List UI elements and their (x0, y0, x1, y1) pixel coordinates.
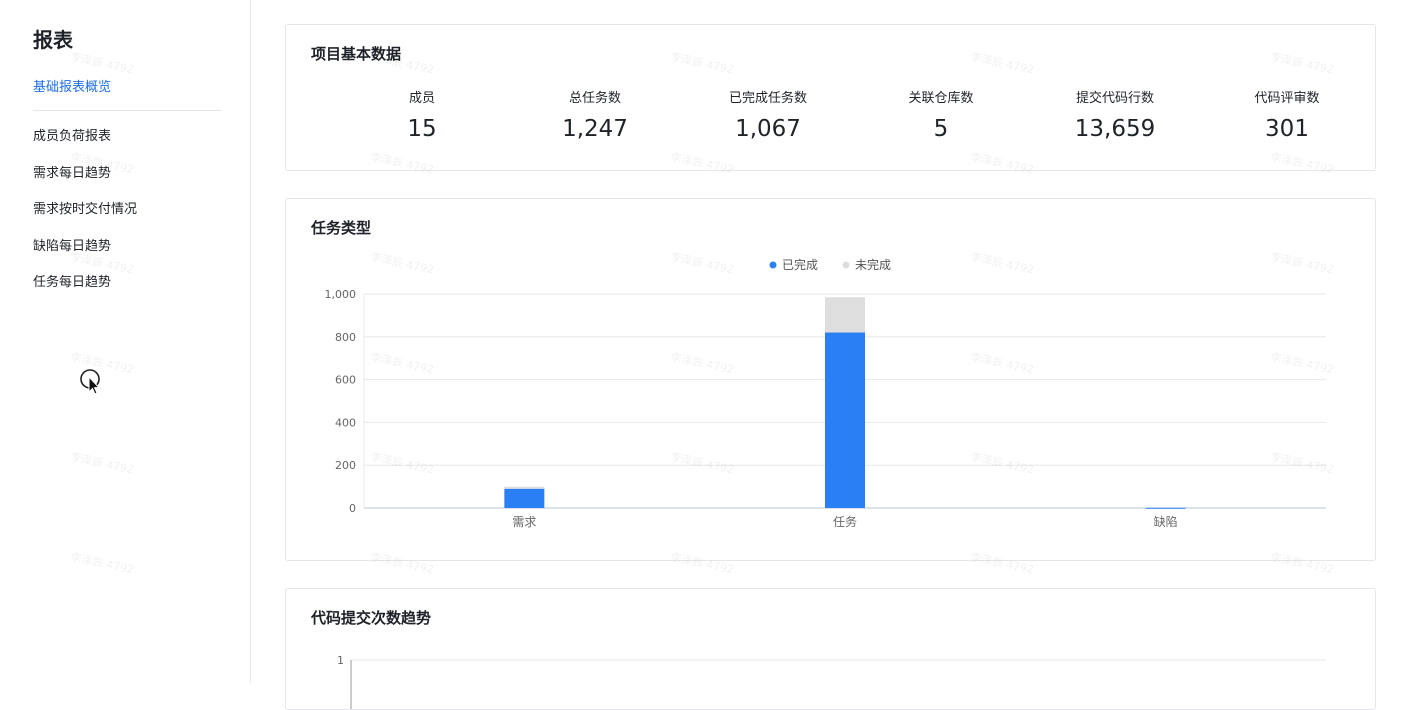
sidebar-title: 报表 (33, 28, 73, 52)
y-tick-label: 1 (337, 654, 344, 667)
mouse-cursor-icon (80, 369, 101, 395)
x-tick-label: 缺陷 (1154, 514, 1178, 529)
bar-需求-已完成[interactable] (504, 488, 545, 508)
y-tick-label: 800 (335, 331, 356, 344)
y-tick-label: 600 (335, 374, 356, 387)
sidebar-item-basic-overview[interactable]: 基础报表概览 (33, 76, 111, 95)
stat-value: 1,067 (735, 116, 801, 142)
sidebar-divider (33, 110, 221, 111)
stat-value: 5 (933, 116, 949, 142)
code-commits-chart: 1 (337, 654, 1326, 709)
sidebar: 报表 基础报表概览 成员负荷报表 需求每日趋势 需求按时交付情况 缺陷每日趋势 … (0, 0, 251, 683)
task-type-chart: 已完成 未完成 0 200 400 600 800 1,000 需求 任务 缺陷 (325, 257, 1326, 529)
stat-code-lines: 提交代码行数 13,659 (1015, 87, 1215, 142)
stats-row: 成员 15 总任务数 1,247 已完成任务数 1,067 关联仓库数 5 提交… (311, 87, 1371, 157)
y-tick-label: 1,000 (325, 288, 357, 301)
stat-label: 关联仓库数 (908, 91, 974, 106)
stat-label: 已完成任务数 (728, 91, 807, 106)
bar-任务-已完成[interactable] (825, 332, 865, 508)
chart-x-labels: 需求 任务 缺陷 (512, 514, 1177, 529)
sidebar-report-list: 成员负荷报表 需求每日趋势 需求按时交付情况 缺陷每日趋势 任务每日趋势 (33, 128, 137, 311)
basic-stats-card: 项目基本数据 成员 15 总任务数 1,247 已完成任务数 1,067 关联仓… (285, 24, 1376, 171)
basic-stats-title: 项目基本数据 (311, 45, 402, 63)
code-commits-card: 代码提交次数趋势 1 (285, 588, 1376, 710)
legend-incomplete[interactable]: 未完成 (855, 257, 891, 272)
chart-bars (504, 297, 1186, 509)
y-tick-label: 0 (349, 502, 356, 515)
stat-total-tasks: 总任务数 1,247 (495, 87, 695, 142)
stat-value: 13,659 (1074, 116, 1156, 142)
stat-members: 成员 15 (322, 87, 522, 142)
stat-completed-tasks: 已完成任务数 1,067 (668, 87, 868, 142)
stat-value: 301 (1265, 116, 1309, 142)
y-tick-label: 400 (335, 416, 356, 429)
x-tick-label: 任务 (833, 514, 857, 529)
task-type-card: 任务类型 已完成 未完成 0 200 400 600 800 1,000 需求 任务 缺陷 (285, 198, 1376, 561)
bar-缺陷-已完成[interactable] (1145, 507, 1186, 509)
sidebar-item-requirement-delivery[interactable]: 需求按时交付情况 (33, 201, 137, 238)
stat-code-reviews: 代码评审数 301 (1187, 87, 1387, 142)
stat-value: 1,247 (562, 116, 628, 142)
stat-label: 成员 (408, 91, 435, 106)
sidebar-item-member-load[interactable]: 成员负荷报表 (33, 128, 137, 165)
sidebar-item-defect-daily[interactable]: 缺陷每日趋势 (33, 238, 137, 275)
y-tick-label: 200 (335, 459, 356, 472)
legend-dot-incomplete (842, 261, 850, 269)
sidebar-item-task-daily[interactable]: 任务每日趋势 (33, 274, 137, 311)
sidebar-item-requirement-daily[interactable]: 需求每日趋势 (33, 165, 137, 202)
chart-legend[interactable]: 已完成 未完成 (769, 257, 892, 272)
legend-completed[interactable]: 已完成 (782, 257, 818, 272)
stat-label: 总任务数 (568, 91, 621, 106)
stat-repos: 关联仓库数 5 (841, 87, 1041, 142)
stat-label: 代码评审数 (1254, 91, 1320, 106)
stat-label: 提交代码行数 (1075, 91, 1154, 106)
bar-任务-未完成[interactable] (825, 297, 865, 333)
x-tick-label: 需求 (512, 515, 536, 529)
bar-需求-未完成[interactable] (504, 486, 545, 489)
stat-value: 15 (407, 116, 437, 142)
legend-dot-completed (769, 261, 777, 269)
